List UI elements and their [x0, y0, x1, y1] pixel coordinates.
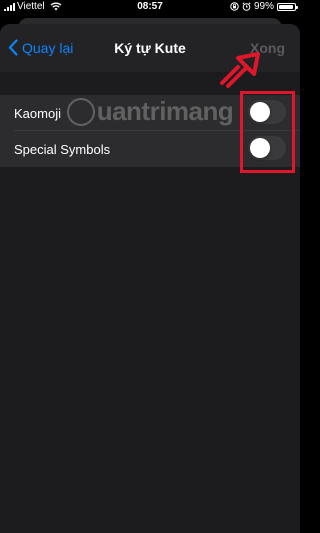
navigation-bar: Quay lại Ký tự Kute Xong [0, 24, 300, 72]
battery-percent: 99% [253, 1, 274, 12]
kaomoji-toggle[interactable] [248, 100, 286, 124]
done-button[interactable]: Xong [250, 40, 285, 56]
settings-list: Kaomoji Special Symbols [0, 95, 300, 167]
orientation-lock-icon [230, 2, 239, 11]
alarm-icon [242, 2, 251, 11]
setting-label-special-symbols: Special Symbols [14, 142, 111, 157]
special-symbols-toggle[interactable] [248, 136, 286, 160]
battery-icon [277, 2, 298, 11]
toggle-knob [250, 138, 270, 158]
toggle-knob [250, 102, 270, 122]
status-right-group: 99% [230, 1, 298, 12]
status-bar: Viettel 08:57 99% [0, 0, 300, 16]
setting-label-kaomoji: Kaomoji [14, 106, 61, 121]
setting-row-kaomoji: Kaomoji [0, 95, 300, 131]
setting-row-special-symbols: Special Symbols [0, 131, 300, 167]
settings-sheet: Quay lại Ký tự Kute Xong Kaomoji Special… [0, 24, 300, 533]
